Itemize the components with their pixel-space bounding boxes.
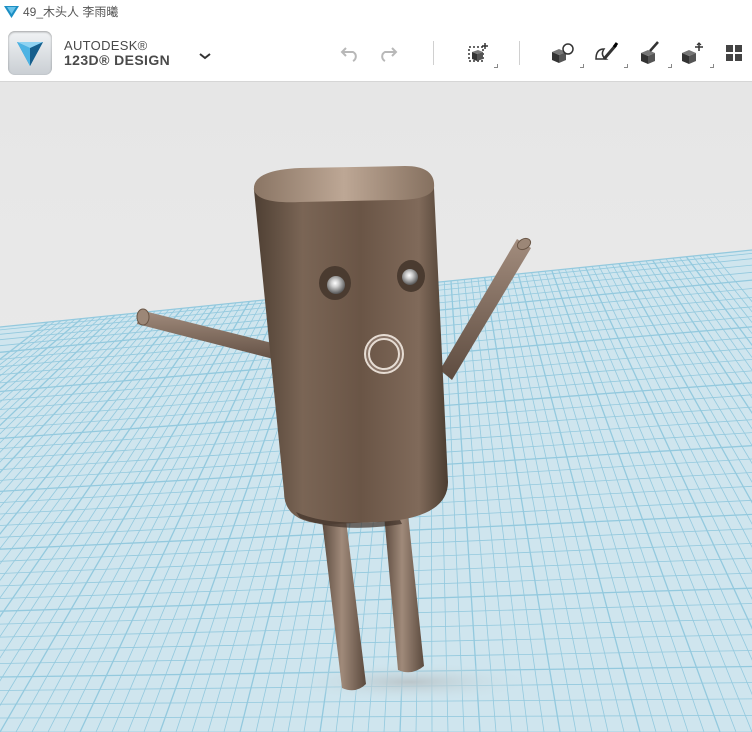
app-menu-chevron-icon[interactable] xyxy=(196,50,214,62)
brand-name: AUTODESK® 123D® DESIGN xyxy=(64,38,170,68)
app-logo-icon xyxy=(4,5,19,18)
model-body xyxy=(253,166,448,528)
dropdown-corner-mark xyxy=(580,64,584,68)
toolbar-separator xyxy=(519,41,520,65)
sketch-button[interactable] xyxy=(548,39,576,67)
toolbar-separator xyxy=(433,41,434,65)
primitives-icon xyxy=(468,43,488,62)
redo-button[interactable] xyxy=(376,39,404,67)
title-bar: 49_木头人 李雨曦 xyxy=(0,0,752,23)
primitives-button[interactable] xyxy=(463,39,491,67)
window-title: 49_木头人 李雨曦 xyxy=(23,5,119,19)
scene xyxy=(0,82,752,732)
grouping-button[interactable] xyxy=(722,39,750,67)
main-toolbar: AUTODESK® 123D® DESIGN xyxy=(0,23,752,82)
redo-icon xyxy=(381,47,398,62)
grouping-icon xyxy=(726,45,742,61)
modify-button[interactable] xyxy=(636,39,664,67)
construct-icon xyxy=(595,42,619,60)
pattern-icon xyxy=(682,42,703,64)
pattern-button[interactable] xyxy=(678,39,706,67)
undo-icon xyxy=(340,47,357,62)
modify-icon xyxy=(641,41,659,64)
brand-line-1: AUTODESK® xyxy=(64,38,148,53)
construct-button[interactable] xyxy=(592,39,620,67)
app-logo-button[interactable] xyxy=(8,31,52,75)
app-logo-icon xyxy=(17,42,43,66)
dropdown-corner-mark xyxy=(494,64,498,68)
dropdown-corner-mark xyxy=(710,64,714,68)
undo-button[interactable] xyxy=(334,39,362,67)
brand-line-2: 123D® DESIGN xyxy=(64,52,171,68)
dropdown-corner-mark xyxy=(624,64,628,68)
3d-viewport[interactable] xyxy=(0,82,752,732)
dropdown-corner-mark xyxy=(668,64,672,68)
sketch-icon xyxy=(552,43,574,63)
